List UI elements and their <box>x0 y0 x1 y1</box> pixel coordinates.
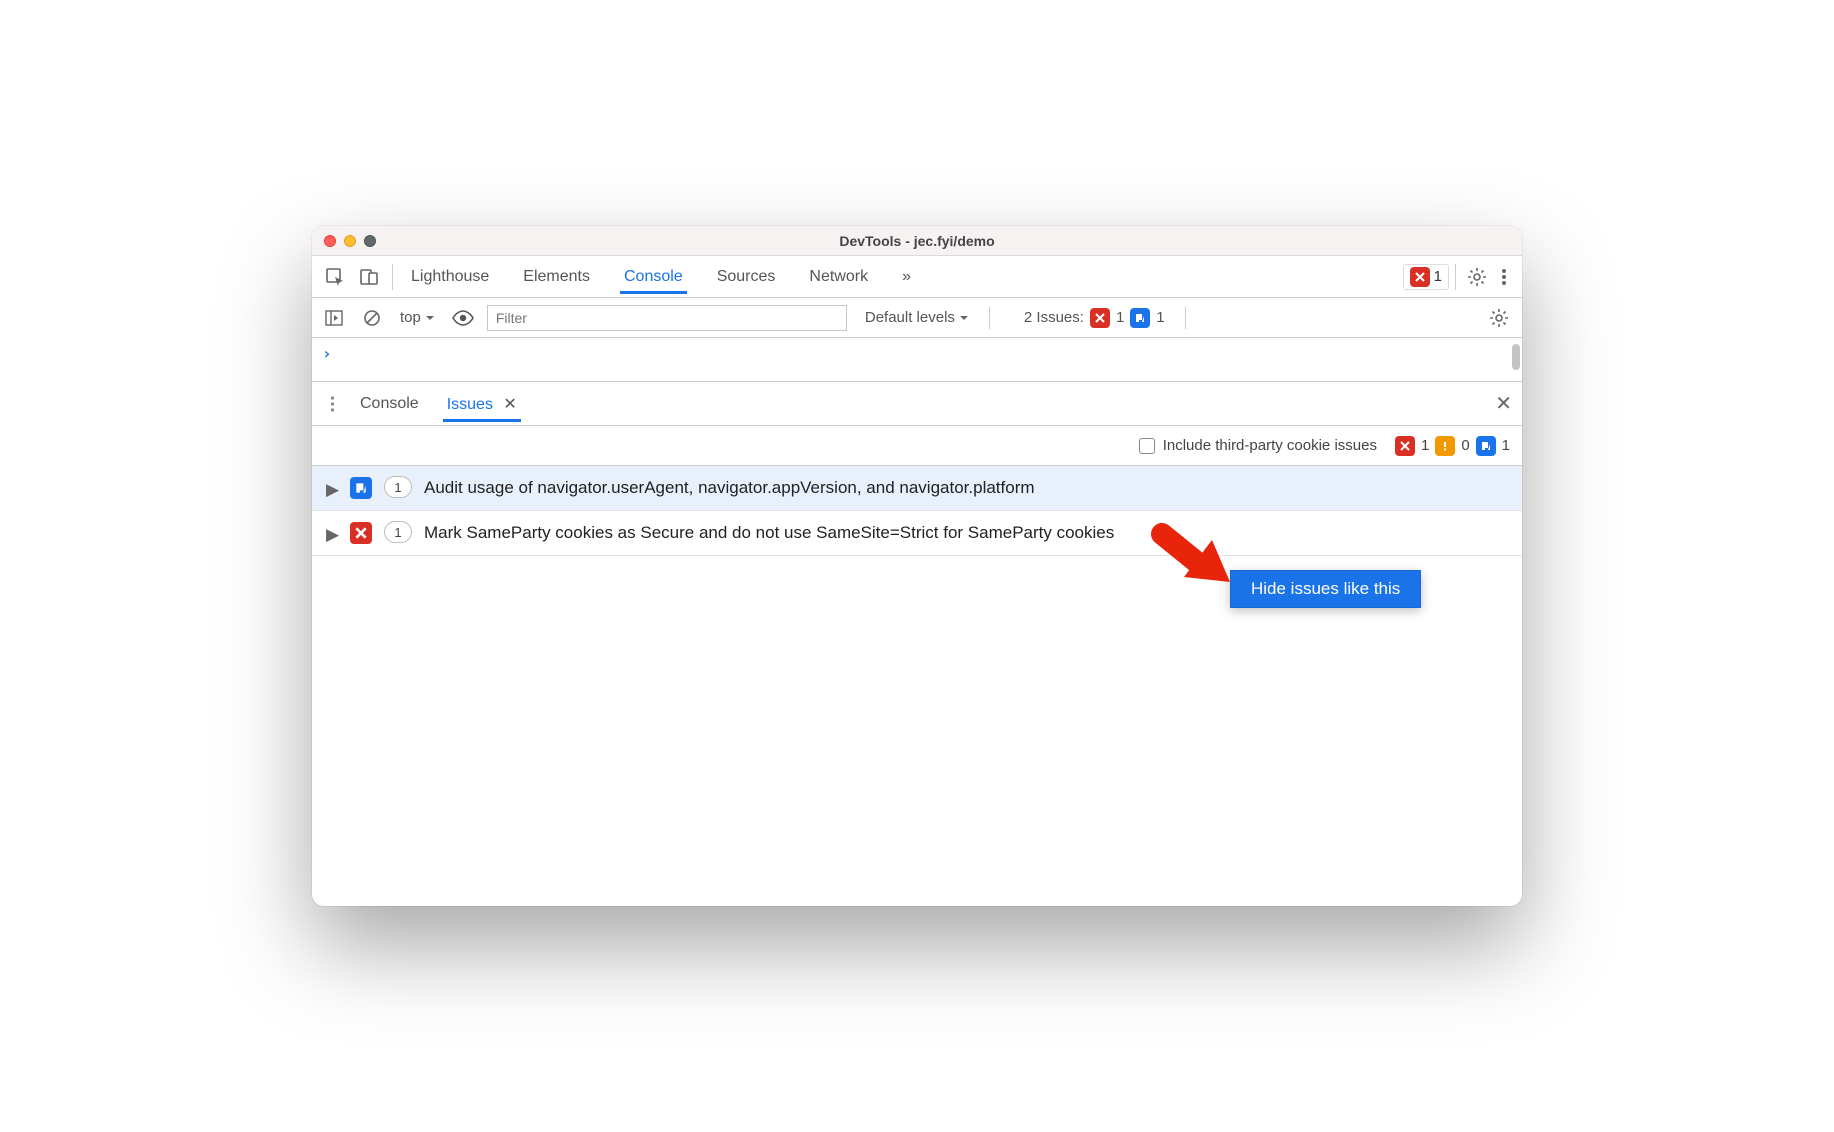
toggle-sidebar-icon[interactable] <box>320 304 348 332</box>
tab-sources[interactable]: Sources <box>713 260 780 294</box>
drawer-tab-issues[interactable]: Issues ✕ <box>443 386 521 422</box>
issue-occurrence-count: 1 <box>384 476 412 498</box>
issue-title: Audit usage of navigator.userAgent, navi… <box>424 476 1508 500</box>
issues-count-label: 2 Issues: <box>1024 309 1084 326</box>
drawer-more-menu-icon[interactable] <box>322 395 342 413</box>
separator <box>989 307 990 329</box>
separator <box>1455 264 1456 290</box>
issues-toolbar: Include third-party cookie issues 1 0 1 <box>312 426 1522 466</box>
issue-kind-info-icon <box>350 477 372 499</box>
drawer-tab-strip: Console Issues ✕ ✕ <box>312 382 1522 426</box>
context-menu-item-label: Hide issues like this <box>1251 579 1400 598</box>
issue-occurrence-count: 1 <box>384 521 412 543</box>
clear-console-icon[interactable] <box>358 304 386 332</box>
more-menu-icon[interactable] <box>1492 267 1516 287</box>
error-badge-icon <box>1090 308 1110 328</box>
separator <box>1185 307 1186 329</box>
context-label: top <box>400 309 421 326</box>
include-third-party-checkbox[interactable]: Include third-party cookie issues <box>1139 437 1377 454</box>
info-badge-icon <box>1476 436 1496 456</box>
issues-list: ▶ 1 Audit usage of navigator.userAgent, … <box>312 466 1522 906</box>
close-window-button[interactable] <box>324 235 336 247</box>
log-levels-selector[interactable]: Default levels <box>865 309 969 326</box>
drawer-tab-issues-label: Issues <box>447 396 493 413</box>
log-levels-label: Default levels <box>865 309 955 326</box>
window-controls <box>312 235 376 247</box>
separator <box>392 264 393 290</box>
page-errors-chip[interactable]: 1 <box>1403 264 1449 290</box>
console-prompt-caret: › <box>322 344 332 363</box>
issue-row[interactable]: ▶ 1 Audit usage of navigator.userAgent, … <box>312 466 1522 511</box>
tabs-overflow-button[interactable]: » <box>898 260 915 294</box>
info-badge-icon <box>1130 308 1150 328</box>
warning-badge-icon <box>1435 436 1455 456</box>
info-count: 1 <box>1502 437 1510 454</box>
issues-errors-count: 1 <box>1116 309 1124 326</box>
expand-triangle-icon[interactable]: ▶ <box>326 525 338 545</box>
context-menu-hide-issues[interactable]: Hide issues like this <box>1230 570 1421 608</box>
error-badge-icon <box>1395 436 1415 456</box>
minimize-window-button[interactable] <box>344 235 356 247</box>
execution-context-selector[interactable]: top <box>396 309 439 326</box>
console-toolbar: top Default levels 2 Issues: 1 1 <box>312 298 1522 338</box>
live-expression-eye-icon[interactable] <box>449 304 477 332</box>
checkbox-icon <box>1139 438 1155 454</box>
zoom-window-button[interactable] <box>364 235 376 247</box>
tab-network[interactable]: Network <box>805 260 872 294</box>
expand-triangle-icon[interactable]: ▶ <box>326 480 338 500</box>
dropdown-triangle-icon <box>959 313 969 323</box>
issue-row[interactable]: ▶ 1 Mark SameParty cookies as Secure and… <box>312 511 1522 556</box>
inspect-element-icon[interactable] <box>318 260 352 294</box>
error-badge-icon <box>1410 267 1430 287</box>
open-issues-button[interactable]: 2 Issues: 1 1 <box>1024 308 1165 328</box>
annotation-arrow-icon <box>1142 522 1242 602</box>
page-errors-count: 1 <box>1434 268 1442 285</box>
console-filter-input[interactable] <box>487 305 847 331</box>
device-toolbar-icon[interactable] <box>352 260 386 294</box>
issue-kind-error-icon <box>350 522 372 544</box>
console-settings-gear-icon[interactable] <box>1484 308 1514 328</box>
include-third-party-label: Include third-party cookie issues <box>1163 437 1377 454</box>
console-messages-area[interactable]: › <box>312 338 1522 382</box>
titlebar: DevTools - jec.fyi/demo <box>312 226 1522 256</box>
settings-gear-icon[interactable] <box>1462 267 1492 287</box>
drawer-tab-console[interactable]: Console <box>356 387 423 421</box>
dropdown-triangle-icon <box>425 313 435 323</box>
errors-count: 1 <box>1421 437 1429 454</box>
close-drawer-icon[interactable]: ✕ <box>1495 391 1512 416</box>
issue-title: Mark SameParty cookies as Secure and do … <box>424 521 1508 545</box>
main-tabs: Lighthouse Elements Console Sources Netw… <box>407 260 915 294</box>
tab-console[interactable]: Console <box>620 260 687 294</box>
tab-lighthouse[interactable]: Lighthouse <box>407 260 493 294</box>
issue-kind-counts: 1 0 1 <box>1395 436 1510 456</box>
devtools-window: DevTools - jec.fyi/demo Lighthouse Eleme… <box>312 226 1522 906</box>
scrollbar-thumb[interactable] <box>1512 344 1520 370</box>
close-tab-icon[interactable]: ✕ <box>503 396 516 413</box>
warnings-count: 0 <box>1461 437 1469 454</box>
tab-elements[interactable]: Elements <box>519 260 594 294</box>
issues-info-count: 1 <box>1156 309 1164 326</box>
main-tab-strip: Lighthouse Elements Console Sources Netw… <box>312 256 1522 298</box>
window-title: DevTools - jec.fyi/demo <box>312 233 1522 249</box>
